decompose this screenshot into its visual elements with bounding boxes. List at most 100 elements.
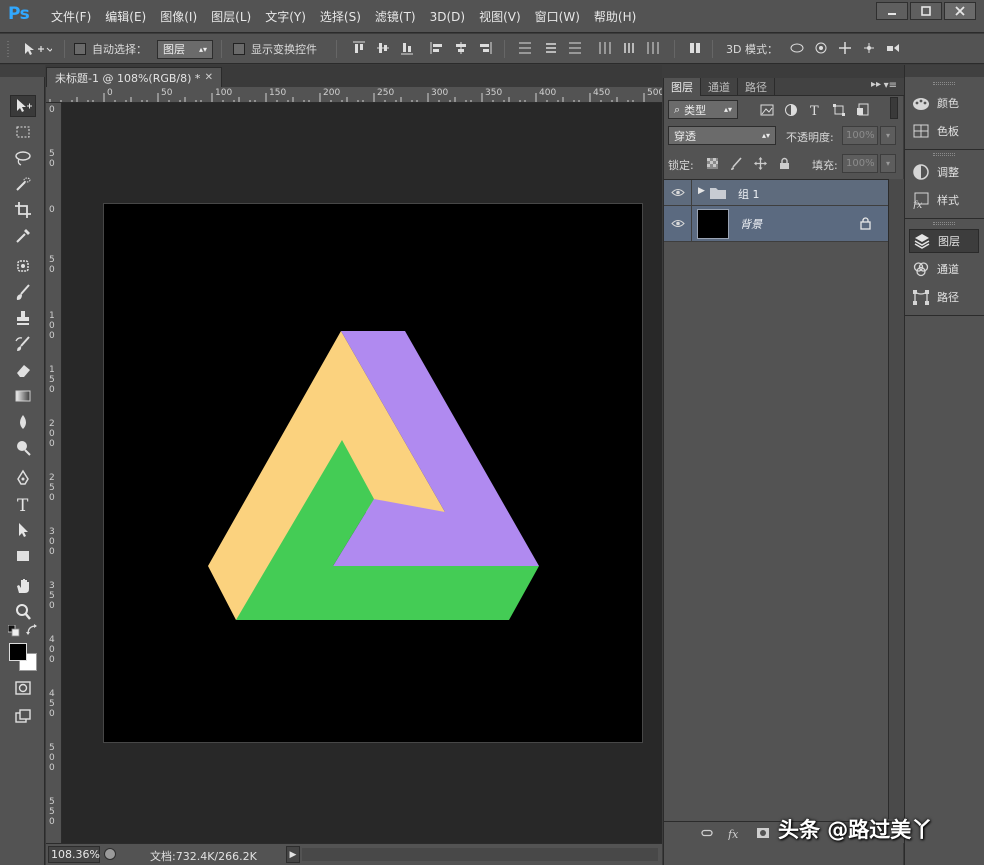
dock-header[interactable] — [905, 65, 984, 77]
document-tab[interactable]: 未标题-1 @ 108%(RGB/8) * ✕ — [46, 67, 222, 87]
filter-adjustment-icon[interactable] — [784, 103, 798, 117]
show-transform-checkbox[interactable] — [233, 43, 245, 55]
history-brush-tool[interactable] — [10, 333, 36, 355]
clone-stamp-tool[interactable] — [10, 307, 36, 329]
quick-mask-button[interactable] — [10, 677, 36, 699]
lock-all-icon[interactable] — [778, 157, 791, 170]
fx-icon[interactable]: fx — [727, 826, 742, 841]
3d-scale-icon[interactable] — [886, 41, 904, 55]
fill-slider-button[interactable]: ▾ — [880, 154, 896, 173]
menu-3d[interactable]: 3D(D) — [423, 10, 472, 24]
lock-position-icon[interactable] — [754, 157, 767, 170]
layer-row-background[interactable]: 背景 — [664, 206, 888, 242]
dock-item-color[interactable]: 颜色 — [909, 91, 979, 115]
document-canvas[interactable] — [103, 203, 643, 743]
maximize-button[interactable] — [910, 2, 942, 20]
default-colors-icon[interactable] — [7, 624, 20, 637]
lock-pixels-icon[interactable] — [730, 157, 743, 170]
horizontal-scrollbar[interactable] — [302, 848, 658, 861]
3d-rotate-icon[interactable] — [790, 41, 808, 55]
type-tool[interactable]: T — [10, 493, 36, 515]
pen-tool[interactable] — [10, 467, 36, 489]
filter-shape-icon[interactable] — [832, 103, 846, 117]
auto-select-dropdown[interactable]: 图层 ▴▾ — [157, 39, 213, 59]
path-select-tool[interactable] — [10, 519, 36, 541]
show-transform-option[interactable]: 显示变换控件 — [233, 34, 317, 64]
dock-item-swatches[interactable]: 色板 — [909, 119, 979, 143]
menu-select[interactable]: 选择(S) — [313, 8, 368, 25]
menu-help[interactable]: 帮助(H) — [587, 8, 643, 25]
dock-grip[interactable] — [933, 153, 955, 156]
marquee-tool[interactable] — [10, 121, 36, 143]
dock-item-layers[interactable]: 图层 — [909, 229, 979, 253]
opacity-field[interactable]: 100% — [842, 126, 878, 145]
tab-layers[interactable]: 图层 — [664, 78, 701, 96]
auto-select-checkbox[interactable] — [74, 43, 86, 55]
auto-select-option[interactable]: 自动选择： — [74, 34, 147, 64]
align-left-icon[interactable] — [430, 41, 444, 55]
dock-grip[interactable] — [933, 222, 955, 225]
layer-visibility-toggle[interactable] — [664, 180, 692, 205]
filter-type-icon[interactable]: T — [808, 103, 822, 119]
3d-pan-icon[interactable] — [838, 41, 856, 55]
auto-align-icon[interactable] — [688, 41, 702, 55]
menu-layer[interactable]: 图层(L) — [204, 8, 258, 25]
status-info-icon[interactable] — [104, 848, 116, 860]
expand-group-arrow-icon[interactable]: ▶ — [698, 186, 705, 196]
dodge-tool[interactable] — [10, 437, 36, 459]
move-tool[interactable] — [10, 95, 36, 117]
status-menu-arrow-icon[interactable]: ▶ — [286, 846, 300, 863]
dock-item-paths[interactable]: 路径 — [909, 285, 979, 309]
distribute-bottom-icon[interactable] — [568, 41, 582, 55]
menu-view[interactable]: 视图(V) — [472, 8, 528, 25]
minimize-button[interactable] — [876, 2, 908, 20]
distribute-left-icon[interactable] — [598, 41, 612, 55]
layer-row-group[interactable]: ▶ 组 1 — [664, 180, 888, 206]
auto-select-target[interactable]: 图层 ▴▾ — [157, 34, 213, 64]
3d-slide-icon[interactable] — [862, 41, 880, 55]
menu-edit[interactable]: 编辑(E) — [98, 8, 153, 25]
close-button[interactable] — [944, 2, 976, 20]
filter-pixel-icon[interactable] — [760, 103, 774, 117]
3d-roll-icon[interactable] — [814, 41, 832, 55]
swap-colors-icon[interactable] — [26, 624, 38, 636]
menu-window[interactable]: 窗口(W) — [528, 8, 587, 25]
blur-tool[interactable] — [10, 411, 36, 433]
eyedropper-tool[interactable] — [10, 225, 36, 247]
crop-tool[interactable] — [10, 199, 36, 221]
distribute-hcenter-icon[interactable] — [622, 41, 636, 55]
align-vcenter-icon[interactable] — [376, 41, 390, 55]
lock-transparent-icon[interactable] — [706, 157, 719, 170]
eraser-tool[interactable] — [10, 359, 36, 381]
tab-channels[interactable]: 通道 — [701, 78, 738, 96]
dock-grip[interactable] — [933, 82, 955, 85]
layer-filter-kind-dropdown[interactable]: ⌕ 类型 ▴▾ — [668, 100, 738, 119]
filter-toggle-switch[interactable] — [890, 97, 898, 119]
align-hcenter-icon[interactable] — [454, 41, 468, 55]
foreground-color-swatch[interactable] — [9, 643, 27, 661]
tools-panel-header[interactable] — [0, 65, 45, 77]
dock-item-channels[interactable]: 通道 — [909, 257, 979, 281]
align-right-icon[interactable] — [478, 41, 492, 55]
menu-filter[interactable]: 滤镜(T) — [368, 8, 423, 25]
filter-smart-object-icon[interactable] — [856, 103, 870, 117]
menu-file[interactable]: 文件(F) — [44, 8, 98, 25]
hand-tool[interactable] — [10, 575, 36, 597]
gradient-tool[interactable] — [10, 385, 36, 407]
close-tab-icon[interactable]: ✕ — [205, 72, 213, 83]
layer-visibility-toggle[interactable] — [664, 206, 692, 241]
dock-item-adjustments[interactable]: 调整 — [909, 160, 979, 184]
fill-field[interactable]: 100% — [842, 154, 878, 173]
layer-list-scrollbar[interactable] — [888, 179, 904, 819]
distribute-top-icon[interactable] — [518, 41, 532, 55]
distribute-right-icon[interactable] — [646, 41, 660, 55]
blend-mode-dropdown[interactable]: 穿透 ▴▾ — [668, 126, 776, 145]
quick-select-tool[interactable] — [10, 173, 36, 195]
distribute-vcenter-icon[interactable] — [544, 41, 558, 55]
tool-preset-picker[interactable] — [22, 34, 52, 64]
zoom-tool[interactable] — [10, 601, 36, 623]
zoom-level-field[interactable]: 108.36% — [48, 846, 100, 863]
menu-image[interactable]: 图像(I) — [153, 8, 204, 25]
screen-mode-button[interactable] — [10, 705, 36, 727]
healing-brush-tool[interactable] — [10, 255, 36, 277]
